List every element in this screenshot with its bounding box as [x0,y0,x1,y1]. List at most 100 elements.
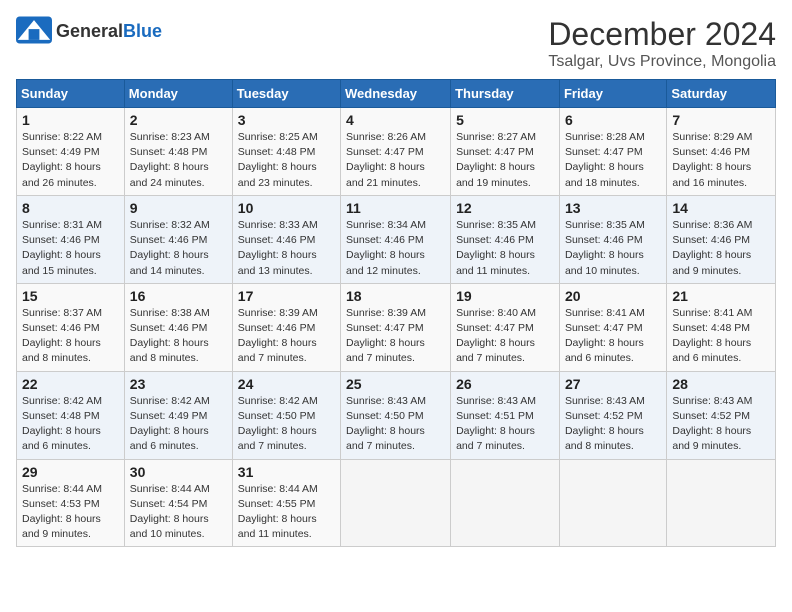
calendar-week-row: 15 Sunrise: 8:37 AMSunset: 4:46 PMDaylig… [17,283,776,371]
day-detail: Sunrise: 8:42 AMSunset: 4:49 PMDaylight:… [130,395,210,453]
day-detail: Sunrise: 8:40 AMSunset: 4:47 PMDaylight:… [456,307,536,365]
calendar-cell: 16 Sunrise: 8:38 AMSunset: 4:46 PMDaylig… [124,283,232,371]
calendar-body: 1 Sunrise: 8:22 AMSunset: 4:49 PMDayligh… [17,108,776,547]
weekday-header-monday: Monday [124,80,232,108]
calendar-cell: 9 Sunrise: 8:32 AMSunset: 4:46 PMDayligh… [124,195,232,283]
day-detail: Sunrise: 8:23 AMSunset: 4:48 PMDaylight:… [130,131,210,189]
calendar-cell: 31 Sunrise: 8:44 AMSunset: 4:55 PMDaylig… [232,459,340,547]
calendar-cell: 26 Sunrise: 8:43 AMSunset: 4:51 PMDaylig… [451,371,560,459]
calendar-cell: 10 Sunrise: 8:33 AMSunset: 4:46 PMDaylig… [232,195,340,283]
day-detail: Sunrise: 8:32 AMSunset: 4:46 PMDaylight:… [130,219,210,277]
calendar-cell [341,459,451,547]
calendar-cell: 17 Sunrise: 8:39 AMSunset: 4:46 PMDaylig… [232,283,340,371]
day-detail: Sunrise: 8:25 AMSunset: 4:48 PMDaylight:… [238,131,318,189]
day-detail: Sunrise: 8:41 AMSunset: 4:47 PMDaylight:… [565,307,645,365]
day-detail: Sunrise: 8:39 AMSunset: 4:47 PMDaylight:… [346,307,426,365]
day-number: 4 [346,112,445,128]
day-detail: Sunrise: 8:35 AMSunset: 4:46 PMDaylight:… [456,219,536,277]
day-detail: Sunrise: 8:37 AMSunset: 4:46 PMDaylight:… [22,307,102,365]
calendar-cell: 8 Sunrise: 8:31 AMSunset: 4:46 PMDayligh… [17,195,125,283]
day-detail: Sunrise: 8:43 AMSunset: 4:52 PMDaylight:… [672,395,752,453]
logo: GeneralBlue [16,16,162,46]
calendar-cell: 15 Sunrise: 8:37 AMSunset: 4:46 PMDaylig… [17,283,125,371]
day-detail: Sunrise: 8:29 AMSunset: 4:46 PMDaylight:… [672,131,752,189]
day-number: 29 [22,464,119,480]
calendar-cell: 25 Sunrise: 8:43 AMSunset: 4:50 PMDaylig… [341,371,451,459]
day-number: 24 [238,376,335,392]
weekday-header-friday: Friday [559,80,666,108]
day-number: 27 [565,376,661,392]
day-number: 11 [346,200,445,216]
day-number: 25 [346,376,445,392]
day-detail: Sunrise: 8:43 AMSunset: 4:50 PMDaylight:… [346,395,426,453]
day-number: 23 [130,376,227,392]
calendar-cell: 30 Sunrise: 8:44 AMSunset: 4:54 PMDaylig… [124,459,232,547]
day-number: 18 [346,288,445,304]
day-number: 5 [456,112,554,128]
day-number: 19 [456,288,554,304]
calendar-cell: 20 Sunrise: 8:41 AMSunset: 4:47 PMDaylig… [559,283,666,371]
day-number: 26 [456,376,554,392]
calendar-week-row: 22 Sunrise: 8:42 AMSunset: 4:48 PMDaylig… [17,371,776,459]
day-number: 20 [565,288,661,304]
calendar-cell: 18 Sunrise: 8:39 AMSunset: 4:47 PMDaylig… [341,283,451,371]
day-number: 30 [130,464,227,480]
weekday-header-thursday: Thursday [451,80,560,108]
day-number: 1 [22,112,119,128]
day-detail: Sunrise: 8:43 AMSunset: 4:52 PMDaylight:… [565,395,645,453]
weekday-header-wednesday: Wednesday [341,80,451,108]
day-detail: Sunrise: 8:43 AMSunset: 4:51 PMDaylight:… [456,395,536,453]
day-detail: Sunrise: 8:22 AMSunset: 4:49 PMDaylight:… [22,131,102,189]
calendar-cell: 21 Sunrise: 8:41 AMSunset: 4:48 PMDaylig… [667,283,776,371]
calendar-cell: 27 Sunrise: 8:43 AMSunset: 4:52 PMDaylig… [559,371,666,459]
calendar-cell: 6 Sunrise: 8:28 AMSunset: 4:47 PMDayligh… [559,108,666,196]
day-number: 17 [238,288,335,304]
calendar-week-row: 8 Sunrise: 8:31 AMSunset: 4:46 PMDayligh… [17,195,776,283]
calendar-week-row: 1 Sunrise: 8:22 AMSunset: 4:49 PMDayligh… [17,108,776,196]
calendar-cell: 12 Sunrise: 8:35 AMSunset: 4:46 PMDaylig… [451,195,560,283]
day-detail: Sunrise: 8:38 AMSunset: 4:46 PMDaylight:… [130,307,210,365]
calendar-cell: 7 Sunrise: 8:29 AMSunset: 4:46 PMDayligh… [667,108,776,196]
calendar-cell: 22 Sunrise: 8:42 AMSunset: 4:48 PMDaylig… [17,371,125,459]
weekday-header-sunday: Sunday [17,80,125,108]
weekday-header-tuesday: Tuesday [232,80,340,108]
day-detail: Sunrise: 8:44 AMSunset: 4:53 PMDaylight:… [22,483,102,541]
day-number: 8 [22,200,119,216]
calendar-cell [451,459,560,547]
calendar-cell: 23 Sunrise: 8:42 AMSunset: 4:49 PMDaylig… [124,371,232,459]
calendar-week-row: 29 Sunrise: 8:44 AMSunset: 4:53 PMDaylig… [17,459,776,547]
day-number: 14 [672,200,770,216]
calendar-cell [559,459,666,547]
day-number: 28 [672,376,770,392]
calendar-cell: 3 Sunrise: 8:25 AMSunset: 4:48 PMDayligh… [232,108,340,196]
calendar-cell: 13 Sunrise: 8:35 AMSunset: 4:46 PMDaylig… [559,195,666,283]
day-number: 6 [565,112,661,128]
day-detail: Sunrise: 8:35 AMSunset: 4:46 PMDaylight:… [565,219,645,277]
day-detail: Sunrise: 8:36 AMSunset: 4:46 PMDaylight:… [672,219,752,277]
day-detail: Sunrise: 8:42 AMSunset: 4:48 PMDaylight:… [22,395,102,453]
day-number: 31 [238,464,335,480]
calendar-cell: 4 Sunrise: 8:26 AMSunset: 4:47 PMDayligh… [341,108,451,196]
calendar-cell: 24 Sunrise: 8:42 AMSunset: 4:50 PMDaylig… [232,371,340,459]
day-number: 12 [456,200,554,216]
logo-blue: Blue [123,21,162,41]
day-detail: Sunrise: 8:41 AMSunset: 4:48 PMDaylight:… [672,307,752,365]
day-detail: Sunrise: 8:27 AMSunset: 4:47 PMDaylight:… [456,131,536,189]
day-number: 3 [238,112,335,128]
day-number: 15 [22,288,119,304]
calendar-cell: 19 Sunrise: 8:40 AMSunset: 4:47 PMDaylig… [451,283,560,371]
calendar-cell: 28 Sunrise: 8:43 AMSunset: 4:52 PMDaylig… [667,371,776,459]
day-detail: Sunrise: 8:39 AMSunset: 4:46 PMDaylight:… [238,307,318,365]
day-detail: Sunrise: 8:31 AMSunset: 4:46 PMDaylight:… [22,219,102,277]
day-number: 22 [22,376,119,392]
day-number: 16 [130,288,227,304]
day-number: 21 [672,288,770,304]
day-number: 2 [130,112,227,128]
day-detail: Sunrise: 8:44 AMSunset: 4:55 PMDaylight:… [238,483,318,541]
day-detail: Sunrise: 8:34 AMSunset: 4:46 PMDaylight:… [346,219,426,277]
calendar-cell: 2 Sunrise: 8:23 AMSunset: 4:48 PMDayligh… [124,108,232,196]
weekday-header-saturday: Saturday [667,80,776,108]
day-detail: Sunrise: 8:26 AMSunset: 4:47 PMDaylight:… [346,131,426,189]
logo-general: General [56,21,123,41]
logo-icon [16,16,52,44]
